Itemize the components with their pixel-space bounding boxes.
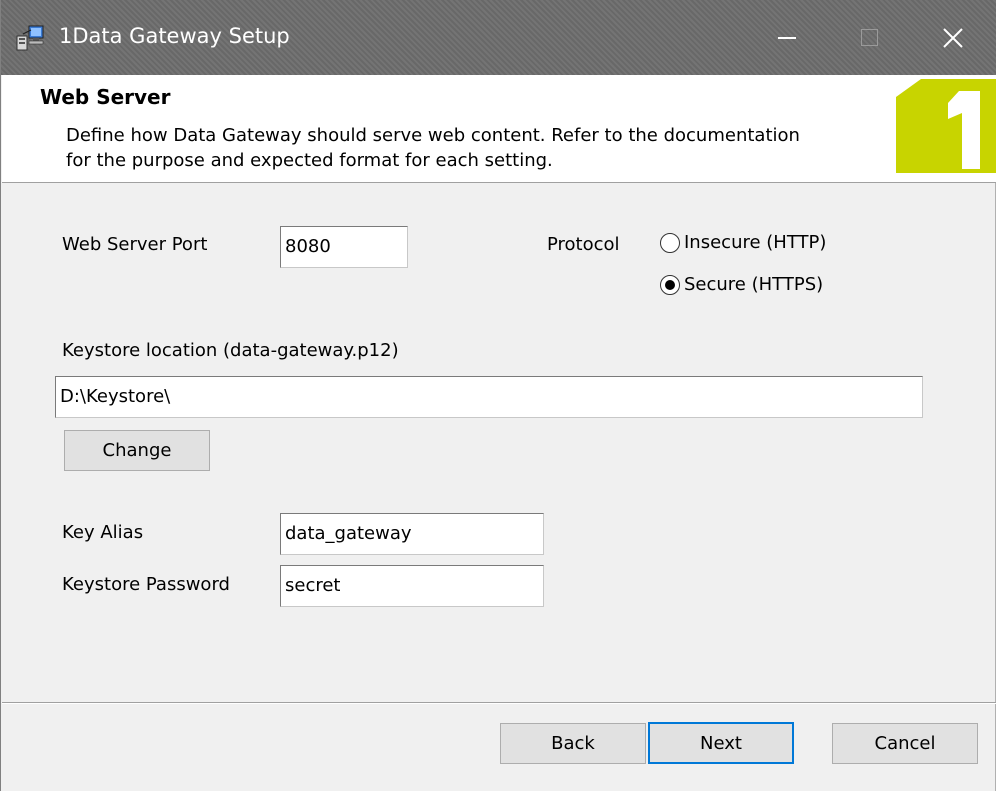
password-input[interactable]: secret (280, 565, 544, 607)
port-input[interactable]: 8080 (280, 226, 408, 268)
close-button[interactable] (912, 0, 994, 75)
maximize-icon (860, 29, 878, 46)
brand-logo (896, 79, 996, 173)
setup-window: 1Data Gateway Setup Web Server Define ho… (0, 0, 996, 791)
radio-https-button[interactable] (660, 274, 680, 295)
protocol-label: Protocol (547, 234, 620, 255)
radio-http[interactable]: Insecure (HTTP) (660, 232, 826, 253)
password-label: Keystore Password (62, 574, 230, 595)
keystore-path-input[interactable]: D:\Keystore\ (55, 376, 923, 418)
minimize-button[interactable] (746, 0, 828, 75)
port-label: Web Server Port (62, 234, 208, 255)
radio-http-button[interactable] (660, 232, 680, 253)
setup-installer-icon (15, 22, 45, 52)
back-button[interactable]: Back (500, 723, 646, 764)
window-title: 1Data Gateway Setup (59, 24, 290, 48)
keystore-label: Keystore location (data-gateway.p12) (62, 340, 399, 361)
alias-input[interactable]: data_gateway (280, 513, 544, 555)
alias-label: Key Alias (62, 522, 144, 543)
cancel-button[interactable]: Cancel (832, 723, 978, 764)
page-title: Web Server (40, 85, 171, 109)
minimize-icon (778, 36, 796, 39)
radio-http-label: Insecure (HTTP) (684, 232, 827, 253)
next-button[interactable]: Next (648, 722, 794, 764)
page-header: Web Server Define how Data Gateway shoul… (2, 75, 996, 183)
title-bar[interactable]: 1Data Gateway Setup (1, 0, 996, 75)
close-icon (943, 27, 963, 48)
maximize-button[interactable] (828, 0, 910, 75)
page-description: Define how Data Gateway should serve web… (66, 125, 800, 171)
footer-divider-highlight (2, 703, 996, 704)
radio-https-label: Secure (HTTPS) (684, 274, 824, 295)
radio-https[interactable]: Secure (HTTPS) (660, 274, 823, 295)
change-button[interactable]: Change (64, 430, 210, 471)
